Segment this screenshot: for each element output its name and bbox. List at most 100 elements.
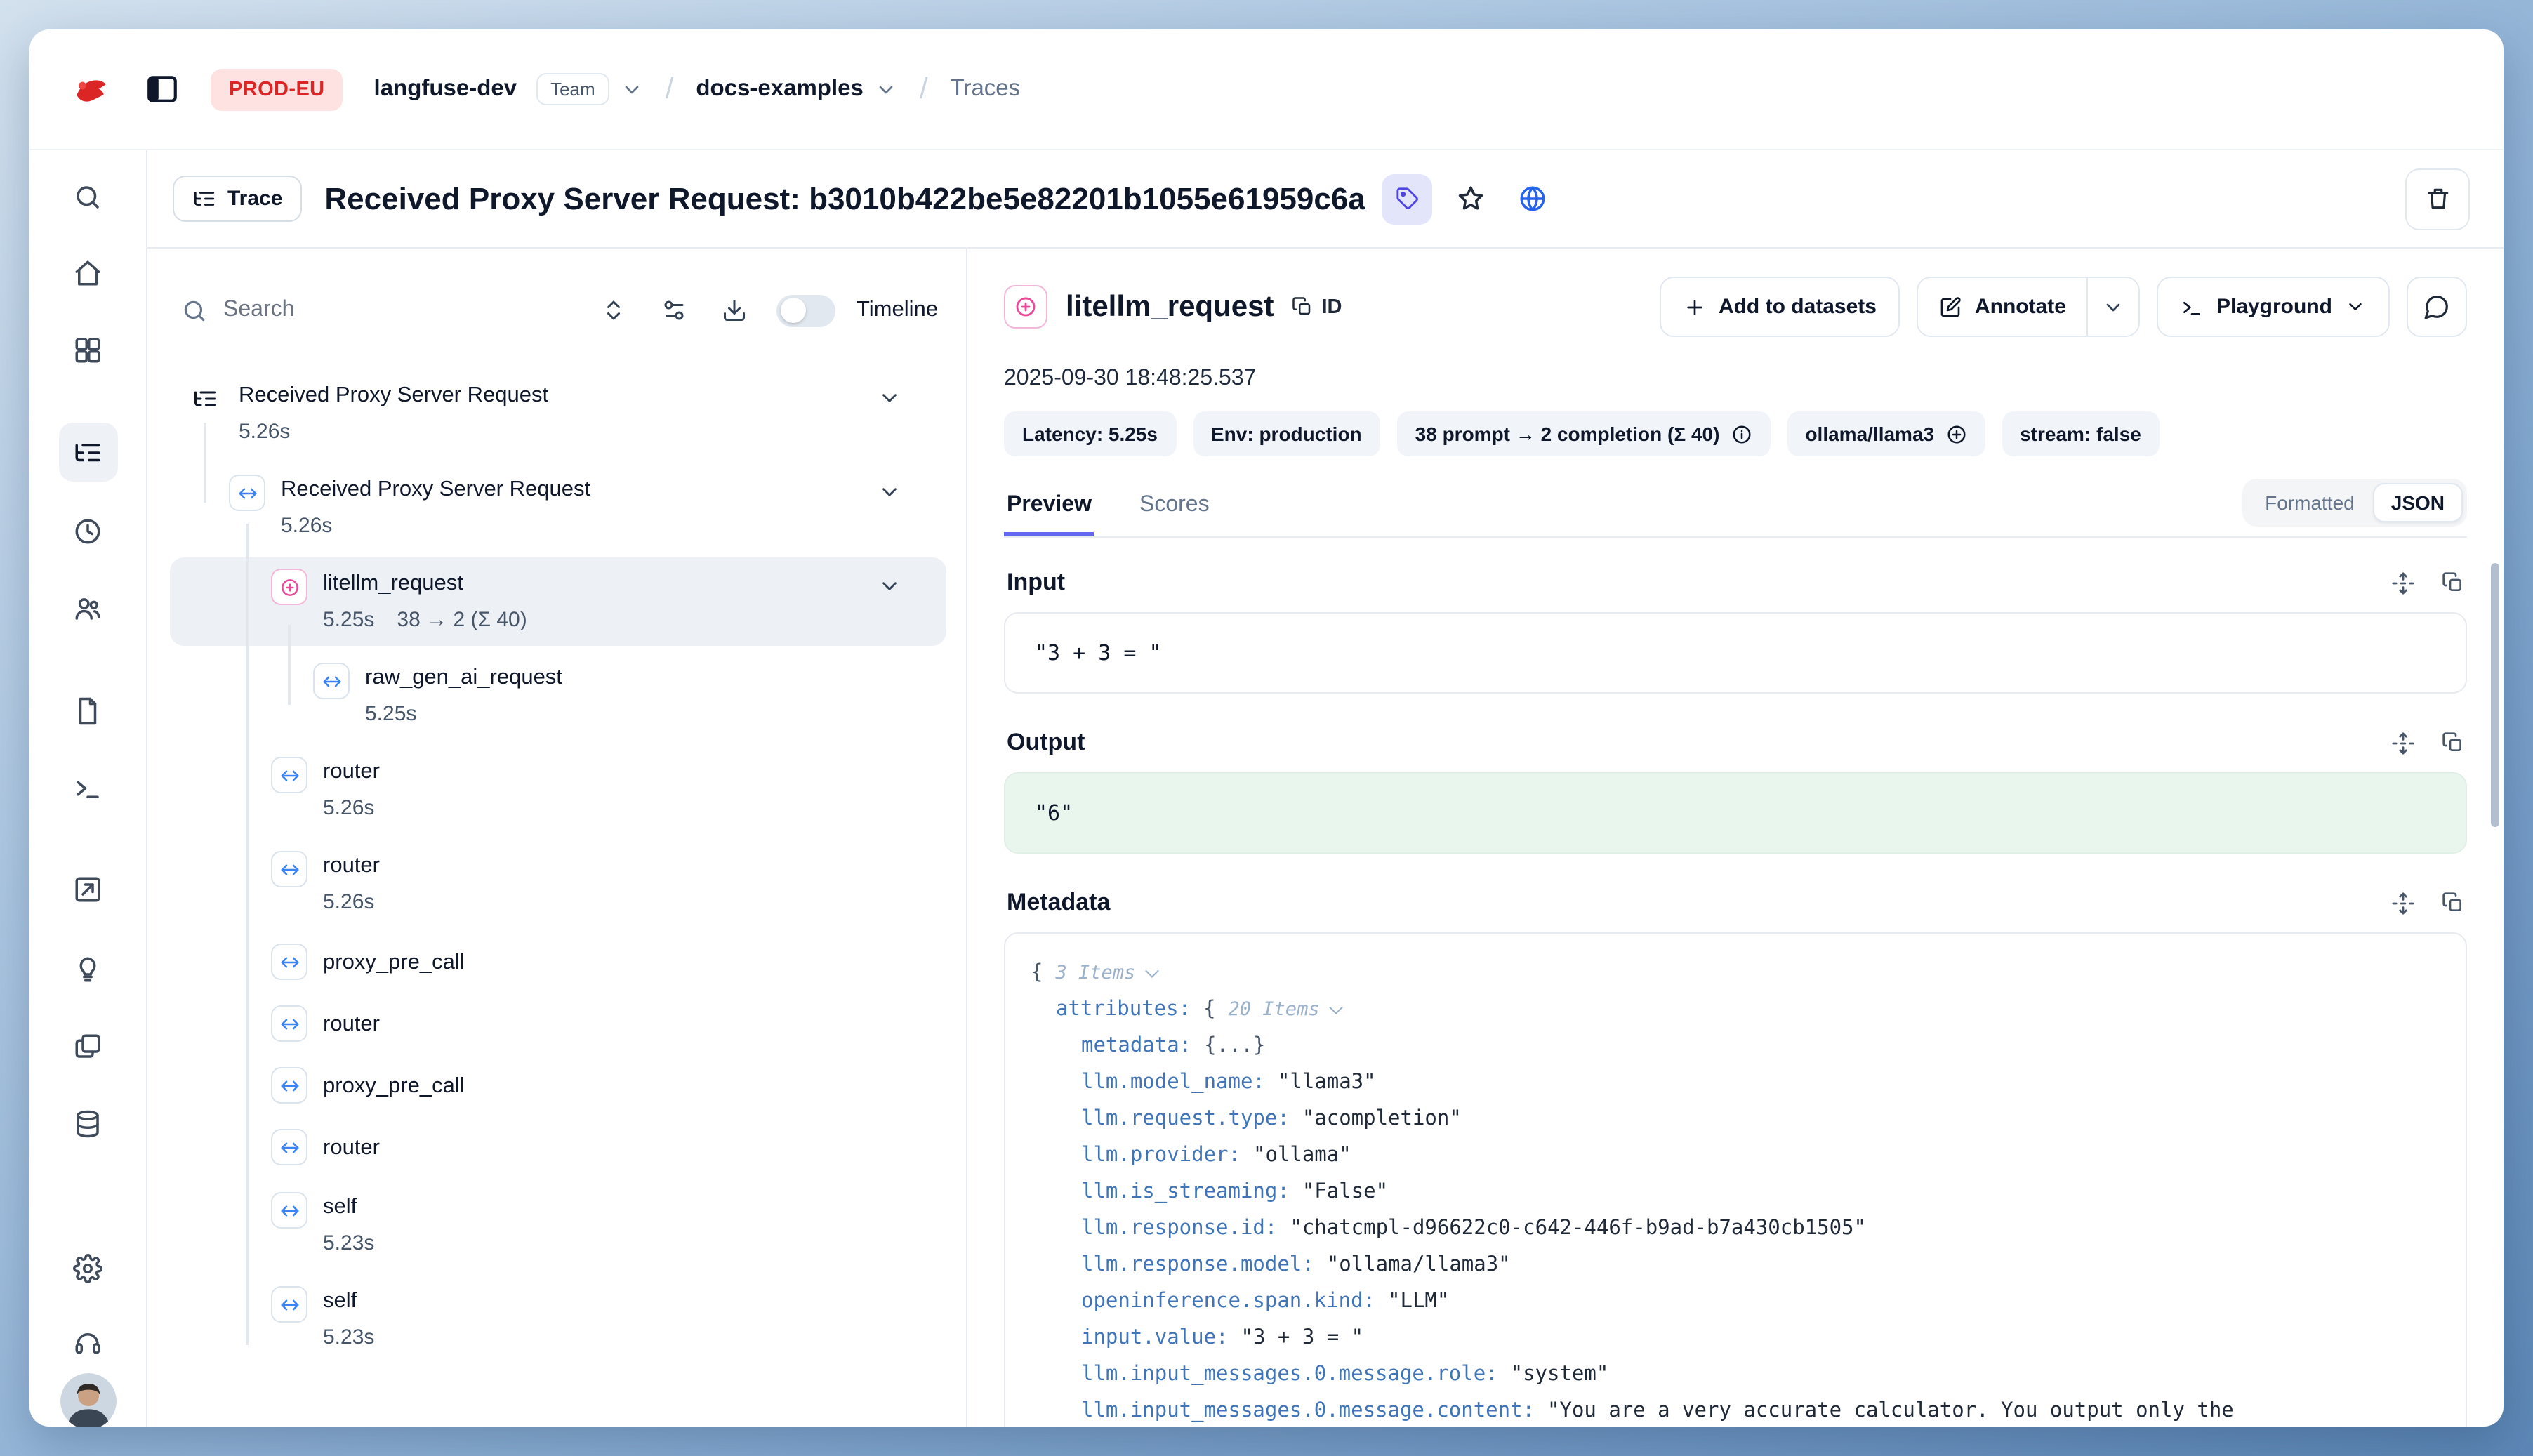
project-chevron-down-icon[interactable]: [875, 78, 897, 100]
users-icon[interactable]: [58, 578, 117, 637]
tab-scores[interactable]: Scores: [1137, 482, 1212, 536]
home-icon[interactable]: [58, 243, 117, 302]
delete-trace-button[interactable]: [2405, 168, 2470, 230]
breadcrumb-divider: /: [917, 72, 931, 106]
desktop-background: PROD-EU langfuse-dev Team / docs-example…: [0, 0, 2533, 1456]
expand-collapse-icon[interactable]: [590, 286, 637, 334]
database-icon[interactable]: [58, 1094, 117, 1153]
observation-badges: Latency: 5.25s Env: production 38 prompt…: [1004, 411, 2467, 456]
tag-icon[interactable]: [1382, 173, 1433, 224]
tree-node-span[interactable]: router 5.26s: [170, 840, 946, 928]
icon-sidebar: [29, 150, 147, 1427]
info-icon[interactable]: [1731, 423, 1752, 444]
public-globe-icon[interactable]: [1509, 175, 1556, 223]
playground-button[interactable]: Playground: [2157, 277, 2390, 337]
format-option-json[interactable]: JSON: [2373, 483, 2463, 522]
expand-icon[interactable]: [2391, 891, 2415, 915]
output-content: "6": [1004, 772, 2467, 854]
tracing-icon[interactable]: [58, 423, 117, 482]
input-content: "3 + 3 = ": [1004, 612, 2467, 694]
chevron-down-icon[interactable]: [878, 574, 901, 598]
latency-badge: Latency: 5.25s: [1004, 411, 1176, 456]
tree-node-span[interactable]: self 5.23s: [170, 1181, 946, 1269]
org-name[interactable]: langfuse-dev: [374, 76, 517, 102]
top-navigation-bar: PROD-EU langfuse-dev Team / docs-example…: [29, 29, 2504, 150]
org-chevron-down-icon[interactable]: [621, 78, 643, 100]
timeline-toggle[interactable]: [776, 294, 835, 326]
breadcrumb-divider: /: [663, 72, 677, 106]
tree-node-span[interactable]: raw_gen_ai_request 5.25s: [170, 651, 946, 740]
span-icon: [271, 757, 307, 793]
sessions-clock-icon[interactable]: [58, 501, 117, 560]
support-headset-icon[interactable]: [58, 1313, 117, 1372]
copy-id-button[interactable]: ID: [1292, 296, 1342, 318]
json-line[interactable]: attributes:{20 Items: [1031, 991, 2440, 1028]
add-to-datasets-button[interactable]: Add to datasets: [1660, 277, 1900, 337]
generation-icon: [271, 569, 307, 605]
sidebar-toggle-icon[interactable]: [145, 72, 180, 107]
settings-gear-icon[interactable]: [58, 1238, 117, 1297]
circle-plus-icon[interactable]: [1945, 423, 1966, 444]
observation-timestamp: 2025-09-30 18:48:25.537: [1004, 366, 2467, 392]
tree-node-span[interactable]: self 5.23s: [170, 1275, 946, 1363]
prompts-icon[interactable]: [58, 681, 117, 740]
tree-node-span[interactable]: proxy_pre_call: [170, 1057, 946, 1113]
json-line: llm.provider:"ollama": [1031, 1137, 2440, 1174]
playground-terminal-icon[interactable]: [58, 758, 117, 817]
trace-header: Trace Received Proxy Server Request: b30…: [147, 150, 2504, 249]
observation-detail-panel: litellm_request ID Add to datasets: [967, 249, 2504, 1427]
tree-node-root[interactable]: Received Proxy Server Request 5.26s: [170, 369, 946, 458]
tab-preview[interactable]: Preview: [1004, 482, 1094, 536]
json-line: llm.model_name:"llama3": [1031, 1064, 2440, 1101]
tree-node-span[interactable]: router 5.26s: [170, 746, 946, 834]
star-icon[interactable]: [1447, 175, 1495, 223]
search-input[interactable]: [223, 298, 577, 323]
scrollbar-thumb[interactable]: [2491, 563, 2499, 827]
tree-guide-line: [288, 625, 290, 705]
tree-node-span[interactable]: router: [170, 995, 946, 1052]
comment-button[interactable]: [2407, 277, 2467, 337]
model-badge: ollama/llama3: [1787, 411, 1985, 456]
search-icon[interactable]: [58, 167, 117, 226]
chevron-down-icon[interactable]: [878, 386, 901, 410]
annotate-dropdown-chevron[interactable]: [2087, 278, 2139, 336]
user-avatar[interactable]: [58, 1372, 117, 1427]
observation-header: litellm_request ID Add to datasets: [1004, 277, 2467, 337]
trace-tree: Received Proxy Server Request 5.26s Rece…: [170, 369, 946, 1363]
tree-node-span[interactable]: Received Proxy Server Request 5.26s: [170, 463, 946, 552]
tree-node-span[interactable]: router: [170, 1119, 946, 1175]
tree-node-generation-selected[interactable]: litellm_request 5.25s38 → 2 (Σ 40): [170, 557, 946, 646]
stream-badge: stream: false: [2002, 411, 2160, 456]
environment-badge: Env: production: [1193, 411, 1380, 456]
trace-type-badge: Trace: [173, 176, 302, 222]
breadcrumb-traces-link[interactable]: Traces: [951, 76, 1021, 102]
format-option-formatted[interactable]: Formatted: [2247, 483, 2373, 522]
span-icon: [271, 851, 307, 887]
detail-tabs: Preview Scores Formatted JSON: [1004, 479, 2467, 538]
chevron-down-icon[interactable]: [878, 480, 901, 504]
evaluation-icon[interactable]: [58, 859, 117, 918]
copy-icon[interactable]: [2442, 571, 2464, 594]
dashboards-icon[interactable]: [58, 320, 117, 379]
annotate-split-button: Annotate: [1917, 277, 2141, 337]
copy-icon[interactable]: [2442, 732, 2464, 754]
copy-icon[interactable]: [2442, 892, 2464, 914]
project-name[interactable]: docs-examples: [696, 76, 863, 102]
json-line: input.value:"3 + 3 = ": [1031, 1320, 2440, 1356]
expand-icon[interactable]: [2391, 731, 2415, 755]
judge-lightbulb-icon[interactable]: [58, 939, 117, 998]
json-line: llm.is_streaming:"False": [1031, 1174, 2440, 1210]
datasets-icon[interactable]: [58, 1017, 117, 1076]
expand-icon[interactable]: [2391, 571, 2415, 595]
annotate-button[interactable]: Annotate: [1919, 278, 2087, 336]
json-line: llm.response.model:"ollama/llama3": [1031, 1247, 2440, 1283]
json-line[interactable]: metadata:{...}: [1031, 1028, 2440, 1064]
view-settings-icon[interactable]: [650, 286, 698, 334]
trace-tree-panel: Timeline Received Proxy Server Request 5…: [147, 249, 967, 1427]
json-line[interactable]: {3 Items: [1031, 955, 2440, 991]
generation-icon: [1004, 285, 1047, 329]
json-line: llm.response.id:"chatcmpl-d96622c0-c642-…: [1031, 1210, 2440, 1247]
org-type-badge: Team: [536, 73, 609, 105]
tree-node-span[interactable]: proxy_pre_call: [170, 934, 946, 990]
download-icon[interactable]: [710, 286, 758, 334]
